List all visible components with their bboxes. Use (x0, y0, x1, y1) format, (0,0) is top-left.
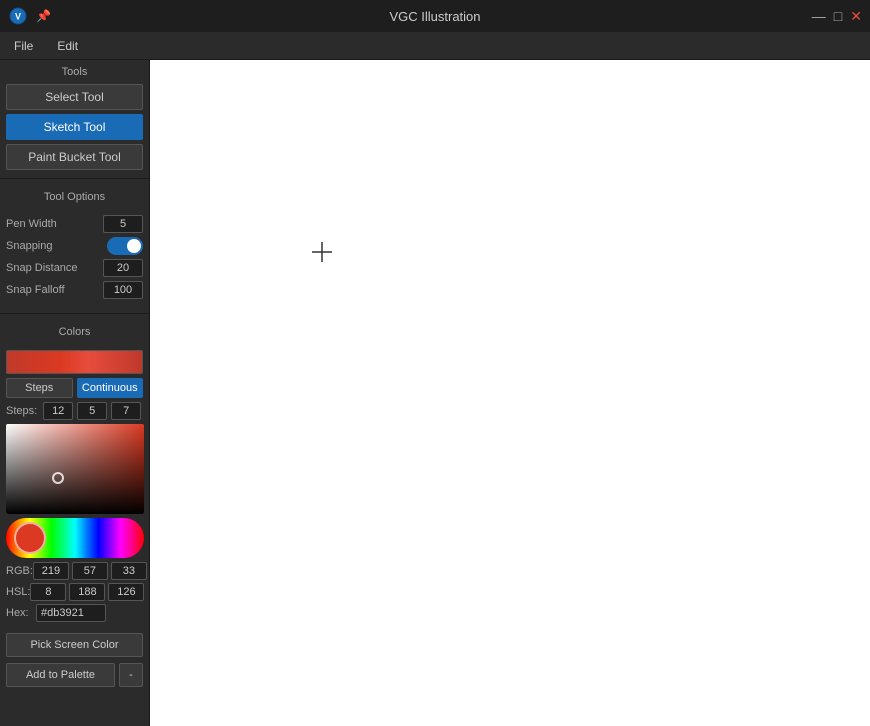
tool-options-section: Pen Width Snapping Snap Distance Snap Fa… (0, 207, 149, 307)
app-title: VGC Illustration (389, 9, 480, 24)
hue-slider[interactable] (6, 518, 144, 558)
g-input[interactable] (72, 562, 108, 580)
pen-width-input[interactable] (103, 215, 143, 233)
colors-section: Steps Continuous Steps: (0, 342, 149, 630)
hsl-label: HSL: (6, 586, 30, 598)
pen-width-row: Pen Width (6, 215, 143, 233)
steps-label: Steps: (6, 405, 37, 417)
l-input[interactable] (108, 583, 144, 601)
divider-2 (0, 313, 149, 314)
pin-icon: 📌 (36, 9, 51, 23)
pick-screen-color-button[interactable]: Pick Screen Color (6, 633, 143, 657)
tools-section-label: Tools (0, 60, 149, 82)
hsl-row: HSL: (6, 583, 143, 601)
minimize-button[interactable]: — (812, 8, 826, 24)
sketch-tool-button[interactable]: Sketch Tool (6, 114, 143, 140)
menu-bar: File Edit (0, 32, 870, 60)
snap-falloff-label: Snap Falloff (6, 284, 103, 296)
rgb-row: RGB: (6, 562, 143, 580)
canvas-area[interactable] (150, 60, 870, 726)
hex-label: Hex: (6, 607, 36, 619)
paint-bucket-tool-button[interactable]: Paint Bucket Tool (6, 144, 143, 170)
steps-input-3[interactable] (111, 402, 141, 420)
pen-width-label: Pen Width (6, 218, 103, 230)
snap-distance-input[interactable] (103, 259, 143, 277)
color-picker-canvas[interactable] (6, 424, 144, 514)
snap-falloff-row: Snap Falloff (6, 281, 143, 299)
continuous-tab[interactable]: Continuous (77, 378, 144, 398)
remove-palette-button[interactable]: - (119, 663, 143, 687)
steps-input-2[interactable] (77, 402, 107, 420)
steps-tab[interactable]: Steps (6, 378, 73, 398)
close-button[interactable]: ✕ (850, 8, 862, 25)
divider-1 (0, 178, 149, 179)
hex-row: Hex: (6, 604, 143, 622)
snapping-toggle[interactable] (107, 237, 143, 255)
color-picker-gradient (6, 424, 144, 514)
add-palette-button[interactable]: Add to Palette (6, 663, 115, 687)
add-palette-row: Add to Palette - (6, 663, 143, 687)
r-input[interactable] (33, 562, 69, 580)
snap-distance-row: Snap Distance (6, 259, 143, 277)
svg-text:V: V (15, 12, 21, 22)
title-bar-left: V 📌 (8, 6, 51, 26)
color-inputs: RGB: HSL: Hex: (6, 562, 143, 622)
snapping-label: Snapping (6, 240, 107, 252)
tab-row: Steps Continuous (6, 378, 143, 398)
menu-edit[interactable]: Edit (51, 37, 84, 55)
select-tool-button[interactable]: Select Tool (6, 84, 143, 110)
hue-indicator (14, 522, 46, 554)
title-bar: V 📌 VGC Illustration — □ ✕ (0, 0, 870, 32)
title-bar-controls: — □ ✕ (812, 8, 862, 25)
snap-falloff-input[interactable] (103, 281, 143, 299)
color-bar[interactable] (6, 350, 143, 374)
crosshair (310, 240, 334, 269)
maximize-button[interactable]: □ (834, 8, 842, 24)
tool-options-label: Tool Options (0, 185, 149, 207)
sidebar: Tools Select Tool Sketch Tool Paint Buck… (0, 60, 150, 726)
logo: V (8, 6, 28, 26)
h-input[interactable] (30, 583, 66, 601)
colors-section-label: Colors (0, 320, 149, 342)
main-layout: Tools Select Tool Sketch Tool Paint Buck… (0, 60, 870, 726)
steps-input-1[interactable] (43, 402, 73, 420)
snapping-row: Snapping (6, 237, 143, 255)
hex-input[interactable] (36, 604, 106, 622)
rgb-label: RGB: (6, 565, 33, 577)
snap-distance-label: Snap Distance (6, 262, 103, 274)
steps-row: Steps: (6, 402, 143, 420)
title-bar-center: VGC Illustration (389, 9, 480, 24)
s-input[interactable] (69, 583, 105, 601)
b-input[interactable] (111, 562, 147, 580)
menu-file[interactable]: File (8, 37, 39, 55)
